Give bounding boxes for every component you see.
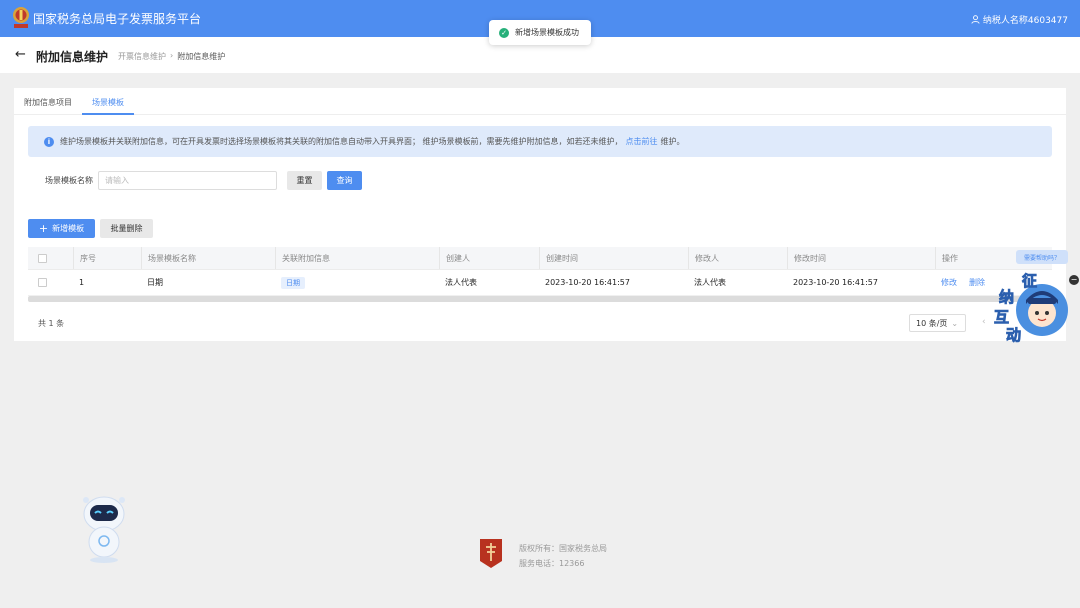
help-char-2: 纳 <box>999 288 1014 306</box>
user-menu[interactable]: 纳税人名称4603477 <box>971 13 1068 26</box>
related-info-tag: 日期 <box>281 276 305 289</box>
tab-scene-templates[interactable]: 场景模板 <box>92 97 124 108</box>
add-template-button[interactable]: + 新增模板 <box>28 219 95 238</box>
cell-created-at: 2023-10-20 16:41:57 <box>545 278 630 287</box>
chevron-down-icon: ⌄ <box>951 318 959 328</box>
template-name-input[interactable] <box>98 171 277 190</box>
total-count: 共 1 条 <box>38 319 65 328</box>
check-circle-icon: ✓ <box>499 27 509 38</box>
help-char-4: 动 <box>1006 326 1021 344</box>
table-header: 序号 场景模板名称 关联附加信息 创建人 创建时间 修改人 修改时间 操作 <box>28 247 1052 270</box>
horizontal-scrollbar[interactable] <box>28 296 1052 302</box>
help-mascot-widget[interactable]: 征 纳 互 动 <box>992 268 1072 344</box>
search-label: 场景模板名称 <box>45 176 93 185</box>
help-tooltip[interactable]: 需要帮助吗？ <box>1016 250 1068 264</box>
column-header: 创建时间 <box>539 247 688 269</box>
reset-button[interactable]: 重置 <box>287 171 322 190</box>
success-toast: ✓ 新增场景模板成功 <box>489 20 591 45</box>
page-size-value: 10 条/页 <box>916 318 948 328</box>
notice-text-end: 维护。 <box>660 137 685 146</box>
page-size-select[interactable]: 10 条/页 ⌄ <box>909 314 966 332</box>
plus-icon: + <box>38 222 49 235</box>
breadcrumb-separator: › <box>170 51 174 60</box>
column-header: 修改时间 <box>787 247 935 269</box>
edit-link[interactable]: 修改 <box>941 277 957 288</box>
prev-page-icon[interactable]: ‹ <box>982 317 986 327</box>
footer-info: 版权所有：国家税务总局 服务电话：12366 <box>519 541 607 571</box>
footer-phone: 服务电话：12366 <box>519 559 585 568</box>
page-title: 附加信息维护 <box>36 50 109 64</box>
table-row: 1 日期 日期 法人代表 2023-10-20 16:41:57 法人代表 20… <box>28 270 1052 296</box>
query-button[interactable]: 查询 <box>327 171 362 190</box>
cell-template-name: 日期 <box>147 278 163 287</box>
collapse-widget-icon[interactable]: − <box>1069 275 1079 285</box>
breadcrumb-item-current: 附加信息维护 <box>177 52 226 61</box>
tax-emblem-logo <box>13 7 29 28</box>
user-icon <box>971 15 980 24</box>
footer-copyright: 版权所有：国家税务总局 <box>519 544 607 553</box>
tax-bureau-badge-logo <box>480 539 502 568</box>
info-icon: i <box>44 136 54 147</box>
toast-message: 新增场景模板成功 <box>515 28 579 37</box>
checkbox[interactable] <box>38 253 47 263</box>
checkbox[interactable] <box>38 278 47 287</box>
header-select-all[interactable] <box>28 247 73 269</box>
cell-modifier: 法人代表 <box>694 278 726 287</box>
cell-related-info: 日期 <box>275 270 439 295</box>
delete-link[interactable]: 删除 <box>969 277 985 288</box>
column-header: 创建人 <box>439 247 539 269</box>
back-arrow-icon[interactable]: ← <box>15 47 26 62</box>
breadcrumb: 开票信息维护 › 附加信息维护 <box>118 51 225 62</box>
help-char-3: 互 <box>994 308 1009 326</box>
cell-modified-at: 2023-10-20 16:41:57 <box>793 278 878 287</box>
main-card: 附加信息项目 场景模板 i 维护场景模板并关联附加信息，可在开具发票时选择场景模… <box>14 88 1066 341</box>
tab-additional-info-items[interactable]: 附加信息项目 <box>24 97 72 108</box>
breadcrumb-item-parent[interactable]: 开票信息维护 <box>118 51 166 62</box>
add-template-label: 新增模板 <box>52 224 85 233</box>
cell-creator: 法人代表 <box>445 278 477 287</box>
cell-index: 1 <box>79 278 85 287</box>
column-header: 关联附加信息 <box>275 247 439 269</box>
user-name: 纳税人名称4603477 <box>982 16 1068 26</box>
active-tab-indicator <box>82 113 134 115</box>
info-notice: i 维护场景模板并关联附加信息，可在开具发票时选择场景模板将其关联的附加信息自动… <box>28 126 1052 157</box>
column-header: 序号 <box>73 247 141 269</box>
column-header: 修改人 <box>688 247 787 269</box>
tab-bar: 附加信息项目 场景模板 <box>14 88 1066 115</box>
app-title: 国家税务总局电子发票服务平台 <box>33 12 202 26</box>
robot-assistant-icon[interactable] <box>78 490 130 564</box>
notice-link-goto[interactable]: 点击前往 <box>626 136 658 147</box>
row-select[interactable] <box>28 270 73 295</box>
help-char-1: 征 <box>1022 272 1037 290</box>
notice-text: 维护场景模板并关联附加信息，可在开具发票时选择场景模板将其关联的附加信息自动带入… <box>60 137 623 146</box>
batch-delete-button[interactable]: 批量删除 <box>100 219 153 238</box>
templates-table: 序号 场景模板名称 关联附加信息 创建人 创建时间 修改人 修改时间 操作 1 … <box>28 247 1052 296</box>
column-header: 场景模板名称 <box>141 247 275 269</box>
